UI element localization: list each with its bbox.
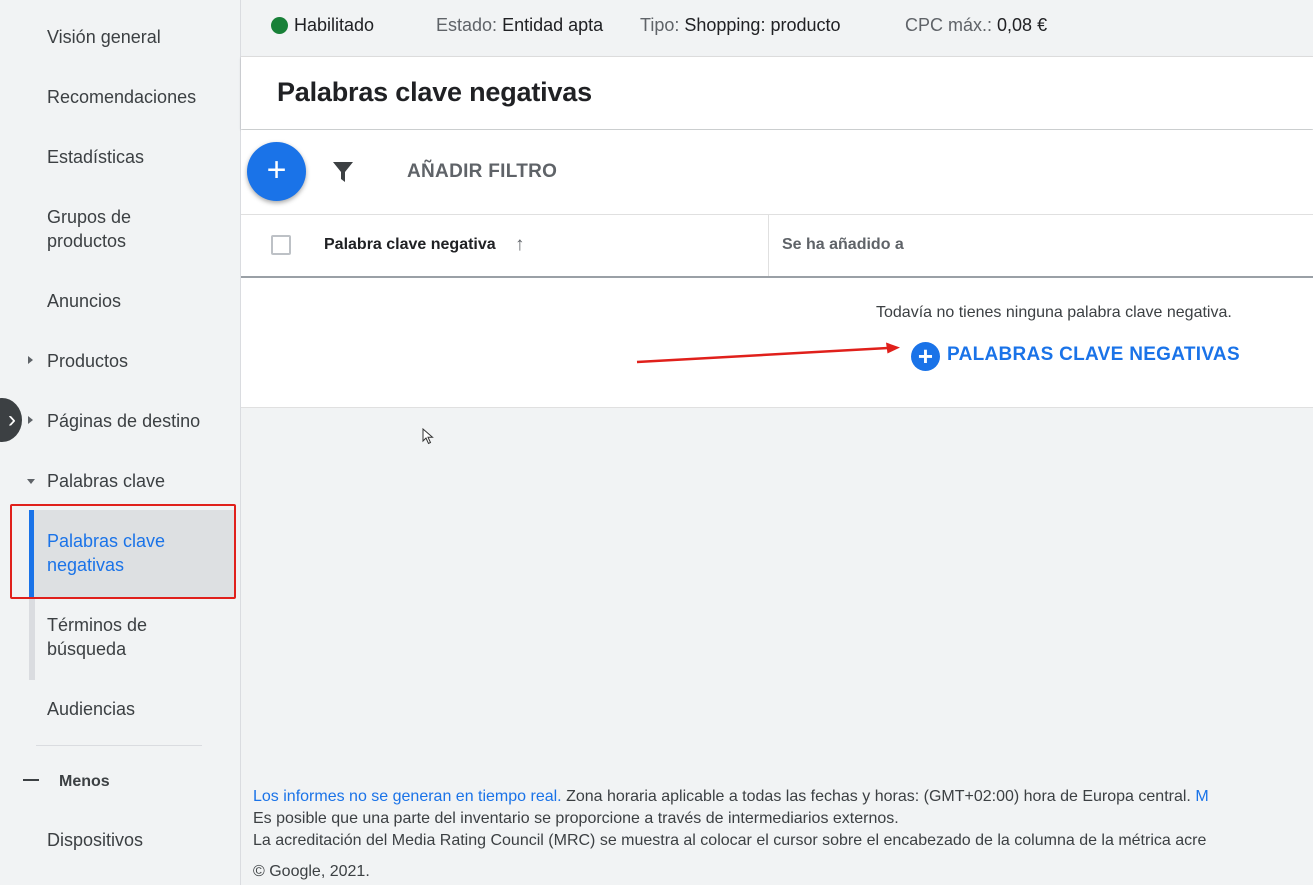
- sidebar-item-devices[interactable]: Dispositivos: [47, 828, 143, 852]
- table-toolbar: + AÑADIR FILTRO: [241, 130, 1313, 215]
- empty-message: Todavía no tienes ninguna palabra clave …: [876, 304, 1232, 321]
- sidebar-item-landing-pages[interactable]: Páginas de destino: [28, 409, 201, 433]
- caret-right-icon: [28, 416, 33, 424]
- sidebar-item-audiences[interactable]: Audiencias: [47, 697, 135, 721]
- sidebar-item-ads[interactable]: Anuncios: [47, 289, 121, 313]
- cpc-info: CPC máx.: 0,08 €: [905, 15, 1047, 36]
- arrow-up-icon[interactable]: ↑: [515, 234, 525, 256]
- minus-icon: [23, 779, 39, 781]
- footer-line-3: La acreditación del Media Rating Council…: [253, 832, 1207, 849]
- add-negative-keywords-label: PALABRAS CLAVE NEGATIVAS: [947, 344, 1240, 365]
- add-filter-button[interactable]: AÑADIR FILTRO: [407, 161, 557, 183]
- annotation-arrow-icon: [636, 342, 900, 364]
- state-label: Estado:: [436, 15, 498, 35]
- table-header: Palabra clave negativa ↑ Se ha añadido a: [241, 215, 1313, 278]
- column-header-added-to[interactable]: Se ha añadido a: [782, 236, 904, 254]
- cpc-value: 0,08 €: [997, 15, 1048, 35]
- type-label: Tipo:: [640, 15, 680, 35]
- add-negative-keyword-fab[interactable]: +: [247, 142, 306, 201]
- sidebar-item-label: Palabras clave: [47, 471, 166, 491]
- plus-icon: +: [266, 151, 287, 189]
- status-text: Habilitado: [294, 15, 375, 35]
- select-all-checkbox[interactable]: [271, 235, 291, 255]
- sidebar-item-statistics[interactable]: Estadísticas: [47, 145, 144, 169]
- caret-right-icon: [28, 356, 33, 364]
- footer-notes: Los informes no se generan en tiempo rea…: [253, 786, 1313, 852]
- chevron-right-icon: ›: [8, 406, 16, 433]
- filter-icon[interactable]: [331, 160, 355, 184]
- status-dot-icon: [271, 17, 288, 34]
- sidebar-item-overview[interactable]: Visión general: [47, 25, 161, 49]
- sidebar-item-search-terms[interactable]: Términos de búsqueda: [47, 613, 177, 661]
- page-header: Palabras clave negativas: [241, 57, 1313, 129]
- realtime-reports-link[interactable]: Los informes no se generan en tiempo rea…: [253, 788, 562, 805]
- timezone-note: Zona horaria aplicable a todas las fecha…: [561, 788, 1196, 805]
- sidebar-item-products[interactable]: Productos: [28, 349, 129, 373]
- sidebar-item-keywords[interactable]: Palabras clave: [27, 469, 166, 493]
- sidebar: Visión general Recomendaciones Estadísti…: [0, 0, 241, 885]
- column-divider: [768, 215, 769, 276]
- page-title: Palabras clave negativas: [277, 77, 592, 107]
- campaign-status-bar: Habilitado Estado: Entidad apta Tipo: Sh…: [241, 0, 1313, 57]
- footer-line-2: Es posible que una parte del inventario …: [253, 810, 899, 827]
- footer-more-link[interactable]: M: [1195, 788, 1208, 805]
- column-header-negative-keyword[interactable]: Palabra clave negativa: [324, 236, 496, 254]
- add-circle-icon: +: [911, 342, 940, 371]
- sidebar-less-toggle[interactable]: Menos: [59, 770, 110, 794]
- footer-line-1: Los informes no se generan en tiempo rea…: [253, 786, 1313, 808]
- annotation-highlight-box: [10, 504, 236, 599]
- mouse-cursor-icon: [422, 428, 434, 445]
- sidebar-divider: [36, 745, 202, 746]
- copyright: © Google, 2021.: [253, 863, 370, 880]
- state-value: Entidad apta: [502, 15, 604, 35]
- cpc-label: CPC máx.:: [905, 15, 993, 35]
- state-info: Estado: Entidad apta: [436, 15, 603, 36]
- sidebar-item-label: Productos: [47, 351, 129, 371]
- sidebar-item-recommendations[interactable]: Recomendaciones: [47, 85, 196, 109]
- sidebar-item-product-groups[interactable]: Grupos de productos: [47, 205, 197, 253]
- caret-down-icon: [27, 479, 35, 484]
- type-value: Shopping: producto: [684, 15, 841, 35]
- type-info: Tipo: Shopping: producto: [640, 15, 841, 36]
- sidebar-item-label: Páginas de destino: [47, 411, 201, 431]
